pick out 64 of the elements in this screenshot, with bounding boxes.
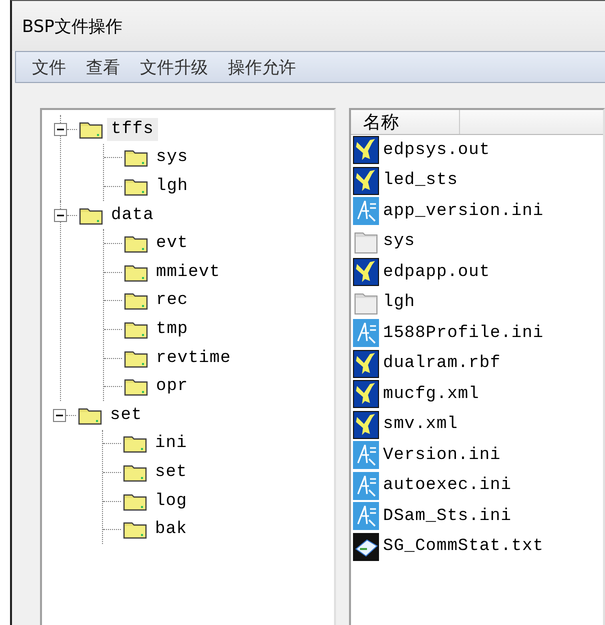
tree-item[interactable]: set [106, 404, 146, 427]
folder-icon [79, 206, 103, 225]
tree-item[interactable]: lgh [152, 174, 192, 198]
tree-item[interactable]: ini [151, 432, 192, 456]
file-item[interactable]: edpapp.out [383, 262, 490, 282]
folder-icon [124, 348, 148, 368]
tree-item[interactable]: data [107, 204, 158, 227]
folder-icon [123, 492, 147, 511]
bird-icon [353, 350, 379, 378]
bird-icon [353, 258, 379, 286]
file-item[interactable]: mucfg.xml [383, 384, 480, 404]
tree-item[interactable]: opr [152, 375, 192, 398]
bird-icon [353, 166, 379, 195]
folder-icon [124, 291, 148, 310]
tree-item[interactable]: rec [152, 289, 192, 312]
tree-item[interactable]: evt [152, 232, 192, 256]
menu-item[interactable]: 操作允许 [220, 56, 304, 78]
folder-icon [124, 176, 148, 196]
collapse-toggle[interactable] [54, 122, 67, 136]
settings-file-icon [353, 472, 379, 500]
settings-file-icon [353, 197, 379, 226]
folder-icon [79, 120, 103, 139]
file-item[interactable]: lgh [383, 293, 416, 312]
menu-item[interactable]: 文件升级 [132, 56, 216, 78]
tree-item[interactable]: set [151, 460, 192, 484]
folder-icon [124, 148, 148, 168]
settings-file-icon [353, 319, 379, 348]
collapse-toggle[interactable] [53, 408, 66, 422]
menu-item[interactable]: 文件 [24, 56, 74, 78]
folder-icon [124, 320, 148, 339]
tree-item[interactable]: tmp [152, 318, 192, 341]
tree-item[interactable]: sys [152, 146, 192, 170]
menu-item[interactable]: 查看 [78, 56, 128, 78]
folder-icon [124, 234, 148, 254]
bird-icon [353, 410, 379, 439]
file-item[interactable]: edpsys.out [383, 140, 490, 160]
settings-file-icon [353, 441, 379, 470]
folder-icon [78, 406, 102, 425]
file-item[interactable]: app_version.ini [383, 202, 544, 221]
file-item[interactable]: autoexec.ini [383, 476, 512, 496]
file-item[interactable]: SG_CommStat.txt [383, 537, 544, 556]
folder-icon [124, 262, 148, 282]
file-item[interactable]: Version.ini [383, 446, 501, 465]
file-item[interactable]: 1588Profile.ini [383, 324, 544, 343]
file-item[interactable]: smv.xml [383, 415, 458, 434]
folder-icon [123, 520, 147, 540]
file-item[interactable]: DSam_Sts.ini [383, 506, 512, 526]
tree-item[interactable]: mmievt [152, 260, 224, 284]
tree-item[interactable]: log [151, 490, 192, 513]
folder-icon [123, 462, 147, 482]
window-title: BSP文件操作 [22, 16, 122, 38]
tree-item[interactable]: bak [151, 518, 192, 542]
notepad-icon [353, 532, 379, 561]
folder-icon [124, 377, 148, 396]
file-item[interactable]: dualram.rbf [383, 354, 501, 374]
bird-icon [353, 380, 379, 408]
file-item[interactable]: led_sts [383, 171, 458, 190]
file-item[interactable]: sys [383, 232, 416, 252]
collapse-toggle[interactable] [54, 208, 67, 222]
tree-item[interactable]: tffs [107, 118, 158, 141]
settings-file-icon [353, 502, 379, 530]
tree-item[interactable]: revtime [152, 346, 235, 370]
folder-icon [123, 434, 147, 454]
bird-icon [353, 136, 379, 164]
